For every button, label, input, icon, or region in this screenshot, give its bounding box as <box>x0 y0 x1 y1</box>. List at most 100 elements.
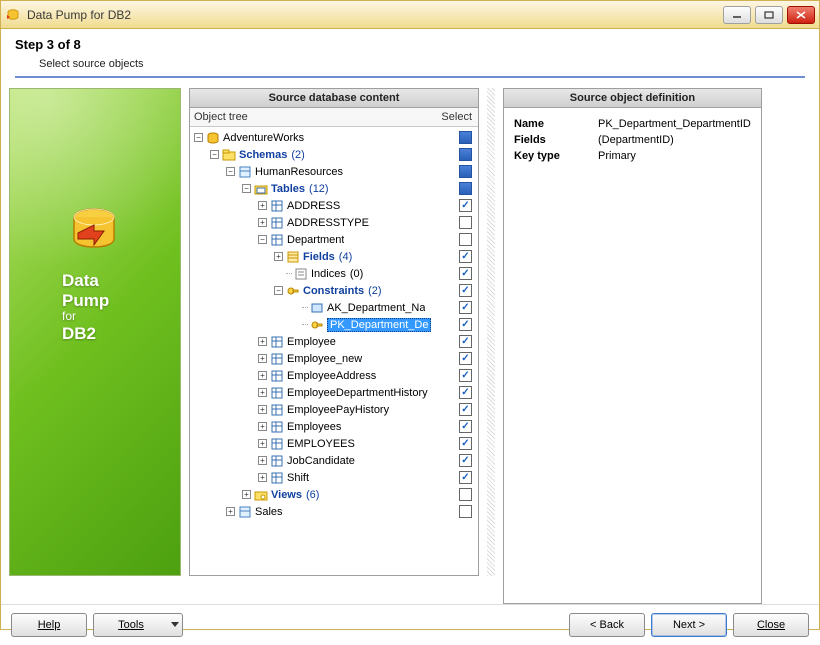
expand-icon[interactable]: + <box>258 354 267 363</box>
tree-node-schema[interactable]: − HumanResources <box>194 163 474 180</box>
expand-icon[interactable]: + <box>258 405 267 414</box>
select-checkbox[interactable] <box>459 335 472 348</box>
collapse-icon[interactable]: − <box>210 150 219 159</box>
expand-icon[interactable]: + <box>258 388 267 397</box>
node-count: (6) <box>306 489 319 501</box>
banner-line1: Data <box>62 271 109 291</box>
select-checkbox[interactable] <box>459 267 472 280</box>
title-bar: Data Pump for DB2 <box>1 1 819 29</box>
tree-node-table[interactable]: + ADDRESS <box>194 197 474 214</box>
tree-node-table[interactable]: + Employee_new <box>194 350 474 367</box>
select-checkbox[interactable] <box>459 420 472 433</box>
banner-line4: DB2 <box>62 324 109 344</box>
tree-node-database[interactable]: − AdventureWorks <box>194 129 474 146</box>
tree-node-indices[interactable]: Indices (0) <box>194 265 474 282</box>
tree-node-table[interactable]: + Employees <box>194 418 474 435</box>
tree-node-views[interactable]: + Views (6) <box>194 486 474 503</box>
tree-node-table[interactable]: + EmployeePayHistory <box>194 401 474 418</box>
step-header: Step 3 of 8 Select source objects <box>1 29 819 82</box>
select-checkbox[interactable] <box>459 403 472 416</box>
select-checkbox[interactable] <box>459 301 472 314</box>
select-checkbox[interactable] <box>459 233 472 246</box>
tree-node-constraint[interactable]: AK_Department_Na <box>194 299 474 316</box>
tree-node-table[interactable]: + JobCandidate <box>194 452 474 469</box>
tools-button[interactable]: Tools <box>93 613 169 637</box>
collapse-icon[interactable]: − <box>242 184 251 193</box>
tree-node-table[interactable]: + Employee <box>194 333 474 350</box>
expand-icon[interactable]: + <box>258 201 267 210</box>
select-checkbox[interactable] <box>459 505 472 518</box>
maximize-button[interactable] <box>755 6 783 24</box>
tree-node-table[interactable]: + Shift <box>194 469 474 486</box>
back-button[interactable]: < Back <box>569 613 645 637</box>
expand-icon[interactable]: + <box>258 337 267 346</box>
tools-dropdown-button[interactable] <box>168 613 183 637</box>
select-checkbox[interactable] <box>459 284 472 297</box>
select-checkbox[interactable] <box>459 352 472 365</box>
expand-icon[interactable]: + <box>226 507 235 516</box>
collapse-icon[interactable]: − <box>274 286 283 295</box>
table-icon <box>270 437 284 451</box>
close-button[interactable]: Close <box>733 613 809 637</box>
tree-node-fields[interactable]: + Fields (4) <box>194 248 474 265</box>
select-checkbox[interactable] <box>459 182 472 195</box>
expand-icon[interactable]: + <box>258 439 267 448</box>
expand-icon[interactable]: + <box>274 252 283 261</box>
expand-icon[interactable]: + <box>242 490 251 499</box>
key-icon <box>286 284 300 298</box>
select-checkbox[interactable] <box>459 437 472 450</box>
node-label: Employee_new <box>287 353 362 365</box>
select-checkbox[interactable] <box>459 131 472 144</box>
tree-node-table[interactable]: + EMPLOYEES <box>194 435 474 452</box>
next-button[interactable]: Next > <box>651 613 727 637</box>
node-label: Views <box>271 489 302 501</box>
tree-node-tables[interactable]: − Tables (12) <box>194 180 474 197</box>
tree-node-schemas[interactable]: − Schemas (2) <box>194 146 474 163</box>
select-checkbox[interactable] <box>459 386 472 399</box>
collapse-icon[interactable]: − <box>258 235 267 244</box>
tree-node-schema[interactable]: + Sales <box>194 503 474 520</box>
select-checkbox[interactable] <box>459 318 472 331</box>
select-checkbox[interactable] <box>459 216 472 229</box>
tree-node-constraints[interactable]: − Constraints (2) <box>194 282 474 299</box>
splitter[interactable] <box>487 88 495 576</box>
tree-node-table[interactable]: + ADDRESSTYPE <box>194 214 474 231</box>
tree-node-table[interactable]: + EmployeeDepartmentHistory <box>194 384 474 401</box>
table-icon <box>270 420 284 434</box>
tree-node-constraint-selected[interactable]: PK_Department_De <box>194 316 474 333</box>
window-title: Data Pump for DB2 <box>27 8 723 22</box>
help-label: Help <box>38 619 61 631</box>
expand-icon[interactable]: + <box>258 218 267 227</box>
node-label: Indices <box>311 268 346 280</box>
object-tree[interactable]: − AdventureWorks − Sc <box>190 127 478 575</box>
select-checkbox[interactable] <box>459 488 472 501</box>
node-label: Constraints <box>303 285 364 297</box>
table-icon <box>270 403 284 417</box>
table-icon <box>270 471 284 485</box>
expand-icon[interactable]: + <box>258 456 267 465</box>
tree-header-label: Object tree <box>194 111 436 123</box>
table-icon <box>270 233 284 247</box>
expand-icon[interactable]: + <box>258 422 267 431</box>
minimize-button[interactable] <box>723 6 751 24</box>
expand-icon[interactable]: + <box>258 371 267 380</box>
expand-icon[interactable]: + <box>258 473 267 482</box>
tree-node-table[interactable]: − Department <box>194 231 474 248</box>
select-checkbox[interactable] <box>459 165 472 178</box>
fields-icon <box>286 250 300 264</box>
help-button[interactable]: Help <box>11 613 87 637</box>
close-window-button[interactable] <box>787 6 815 24</box>
banner-text: Data Pump for DB2 <box>62 271 109 343</box>
node-count: (4) <box>339 251 352 263</box>
select-checkbox[interactable] <box>459 199 472 212</box>
select-checkbox[interactable] <box>459 250 472 263</box>
select-checkbox[interactable] <box>459 369 472 382</box>
select-checkbox[interactable] <box>459 454 472 467</box>
collapse-icon[interactable]: − <box>226 167 235 176</box>
collapse-icon[interactable]: − <box>194 133 203 142</box>
next-label: Next > <box>673 619 705 631</box>
select-checkbox[interactable] <box>459 148 472 161</box>
leaf-icon <box>274 269 283 278</box>
tree-node-table[interactable]: + EmployeeAddress <box>194 367 474 384</box>
select-checkbox[interactable] <box>459 471 472 484</box>
